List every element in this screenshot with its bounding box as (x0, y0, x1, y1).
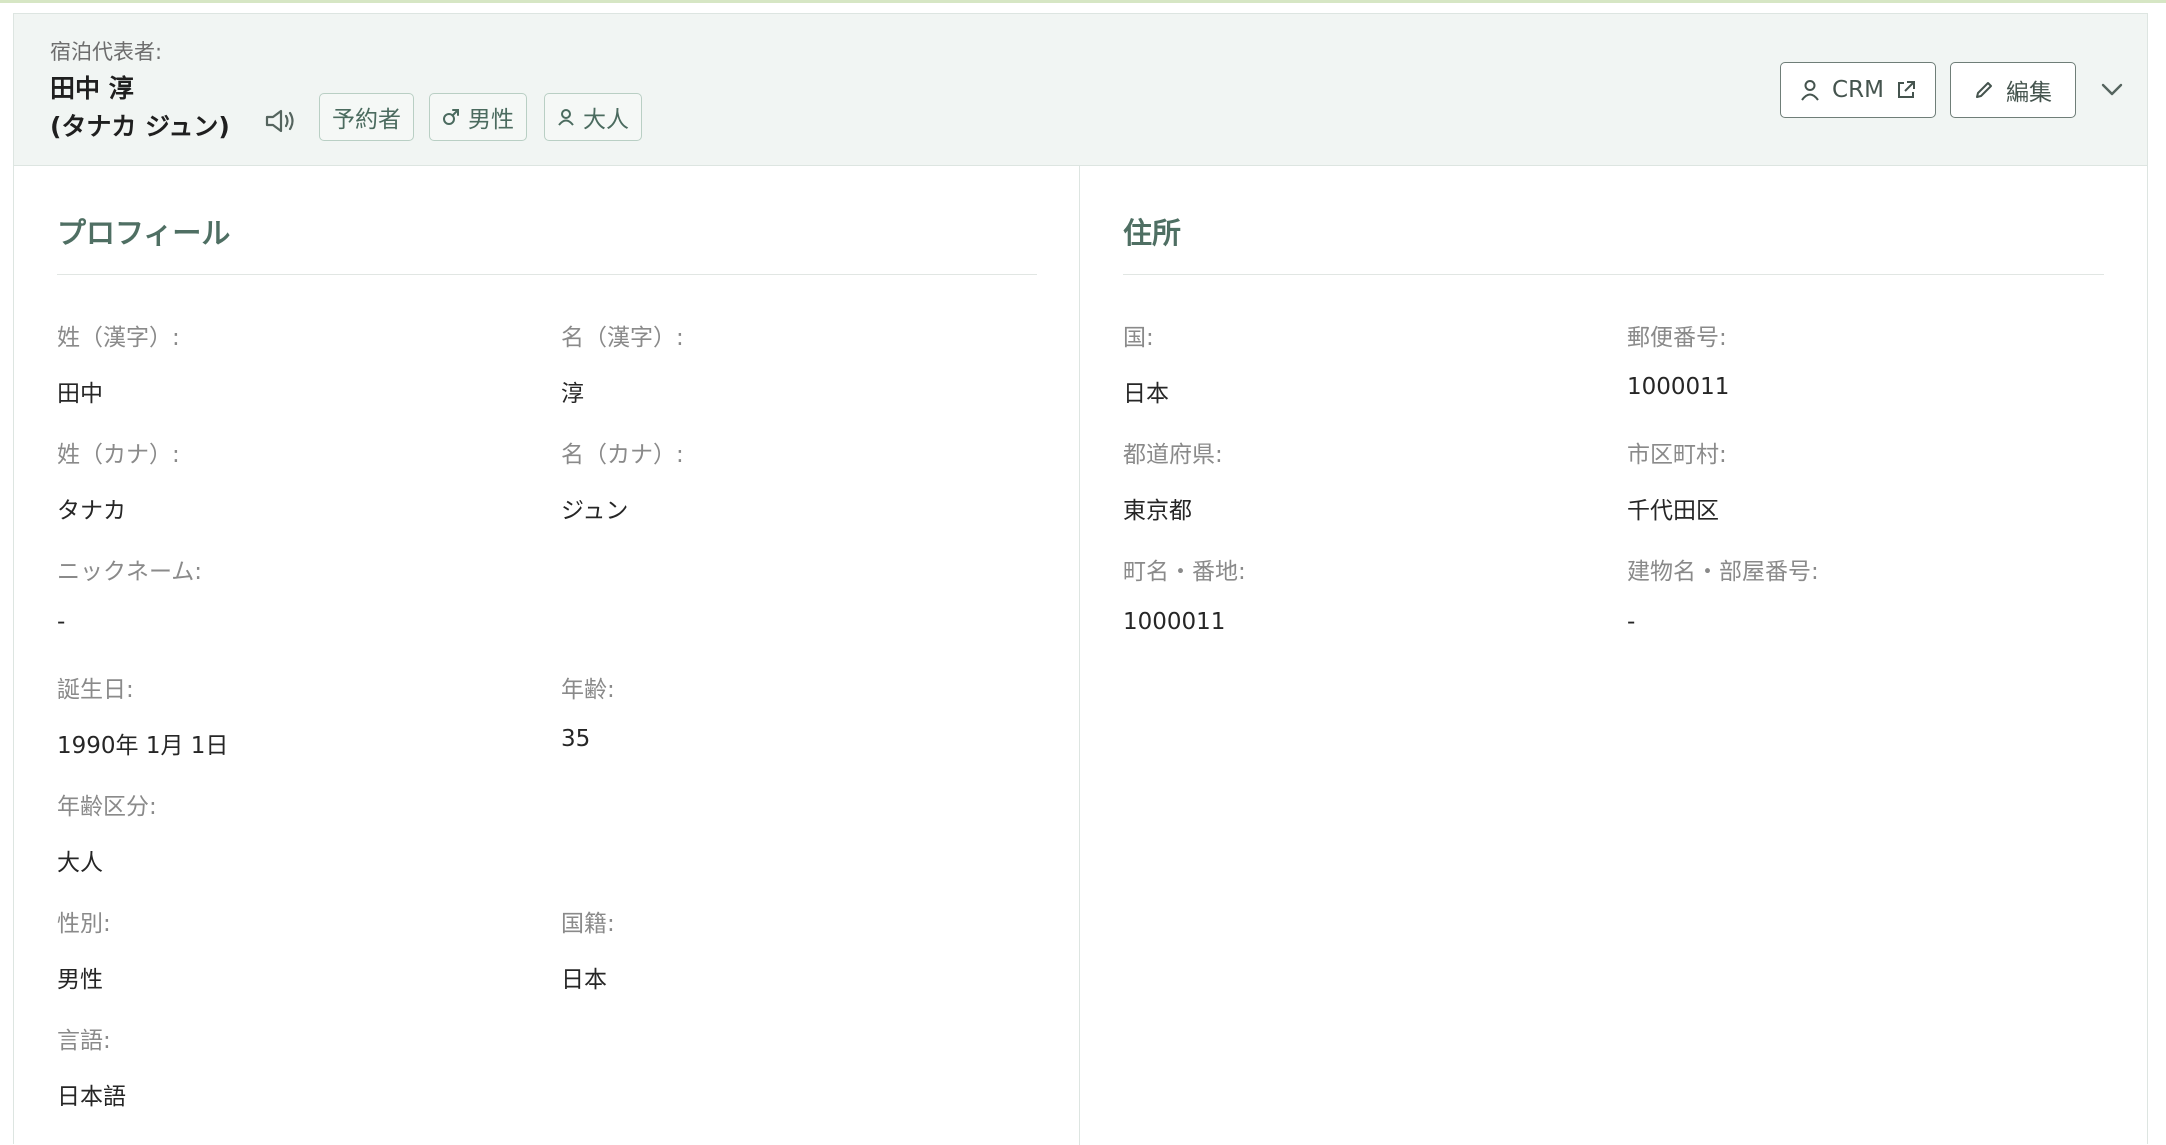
first-name-kana-label: 名（カナ）: (561, 442, 684, 468)
postal-code-value: 1000011 (1627, 374, 1730, 400)
external-link-icon (1897, 81, 1915, 98)
country-label: 国: (1123, 325, 1154, 351)
edit-button[interactable]: 編集 (1950, 62, 2076, 118)
male-symbol-icon (443, 109, 459, 125)
age-label: 年齢: (561, 677, 615, 703)
person-icon (558, 109, 574, 126)
street-value: 1000011 (1123, 609, 1226, 635)
representative-label: 宿泊代表者: (50, 40, 163, 64)
booker-tag: 予約者 (319, 93, 414, 141)
nickname-label: ニックネーム: (57, 559, 203, 585)
prefecture-label: 都道府県: (1123, 442, 1223, 468)
last-name-kanji-value: 田中 (57, 381, 103, 407)
city-value: 千代田区 (1627, 498, 1719, 524)
first-name-kanji-value: 淳 (561, 381, 584, 407)
nationality-value: 日本 (561, 967, 607, 993)
last-name-kana-value: タナカ (57, 498, 126, 524)
gender-label: 性別: (57, 911, 111, 937)
language-value: 日本語 (57, 1084, 126, 1110)
last-name-kana-label: 姓（カナ）: (57, 442, 180, 468)
person-icon (1801, 80, 1819, 101)
address-panel: 住所 国: 日本 郵便番号: 1000011 都道府県: 東京都 市区町村: 千… (1080, 166, 2147, 1145)
street-label: 町名・番地: (1123, 559, 1246, 585)
gender-tag: 男性 (429, 93, 527, 141)
last-name-kanji-label: 姓（漢字）: (57, 325, 180, 351)
crm-button[interactable]: CRM (1780, 62, 1936, 118)
age-value: 35 (561, 726, 591, 752)
representative-name-kanji: 田中 淳 (50, 74, 134, 103)
prefecture-value: 東京都 (1123, 498, 1192, 524)
building-label: 建物名・部屋番号: (1627, 559, 1819, 585)
chevron-down-icon[interactable] (2098, 78, 2126, 102)
building-value: - (1627, 609, 1636, 635)
booker-tag-label: 予約者 (332, 107, 401, 133)
first-name-kana-value: ジュン (561, 498, 629, 524)
birthday-value: 1990年 1月 1日 (57, 733, 229, 759)
representative-name-kana: (タナカ ジュン) (50, 112, 230, 141)
top-accent-bar (0, 0, 2166, 3)
nickname-value: - (57, 609, 66, 635)
country-value: 日本 (1123, 381, 1169, 407)
gender-value: 男性 (57, 967, 103, 993)
profile-divider (57, 274, 1037, 275)
address-divider (1123, 274, 2104, 275)
first-name-kanji-label: 名（漢字）: (561, 325, 684, 351)
address-title: 住所 (1123, 216, 1182, 250)
guest-header: 宿泊代表者: 田中 淳 (タナカ ジュン) 予約者 男性 大人 CRM 編集 (14, 14, 2147, 166)
language-label: 言語: (57, 1028, 111, 1054)
age-group-tag-label: 大人 (583, 107, 629, 133)
city-label: 市区町村: (1627, 442, 1727, 468)
speaker-icon[interactable] (264, 106, 298, 136)
birthday-label: 誕生日: (57, 677, 134, 703)
guest-detail-card: 宿泊代表者: 田中 淳 (タナカ ジュン) 予約者 男性 大人 CRM 編集 プ… (13, 13, 2148, 1145)
representative-name: 田中 淳 (タナカ ジュン) (50, 70, 230, 146)
age-group-tag: 大人 (544, 93, 642, 141)
profile-title: プロフィール (57, 216, 231, 250)
edit-button-label: 編集 (2006, 80, 2052, 106)
profile-panel: プロフィール 姓（漢字）: 田中 名（漢字）: 淳 姓（カナ）: タナカ 名（カ… (14, 166, 1080, 1145)
crm-button-label: CRM (1832, 77, 1884, 103)
postal-code-label: 郵便番号: (1627, 325, 1727, 351)
age-group-label: 年齢区分: (57, 794, 157, 820)
pencil-icon (1976, 82, 1992, 98)
gender-tag-label: 男性 (468, 107, 514, 133)
age-group-value: 大人 (57, 850, 103, 876)
nationality-label: 国籍: (561, 911, 615, 937)
